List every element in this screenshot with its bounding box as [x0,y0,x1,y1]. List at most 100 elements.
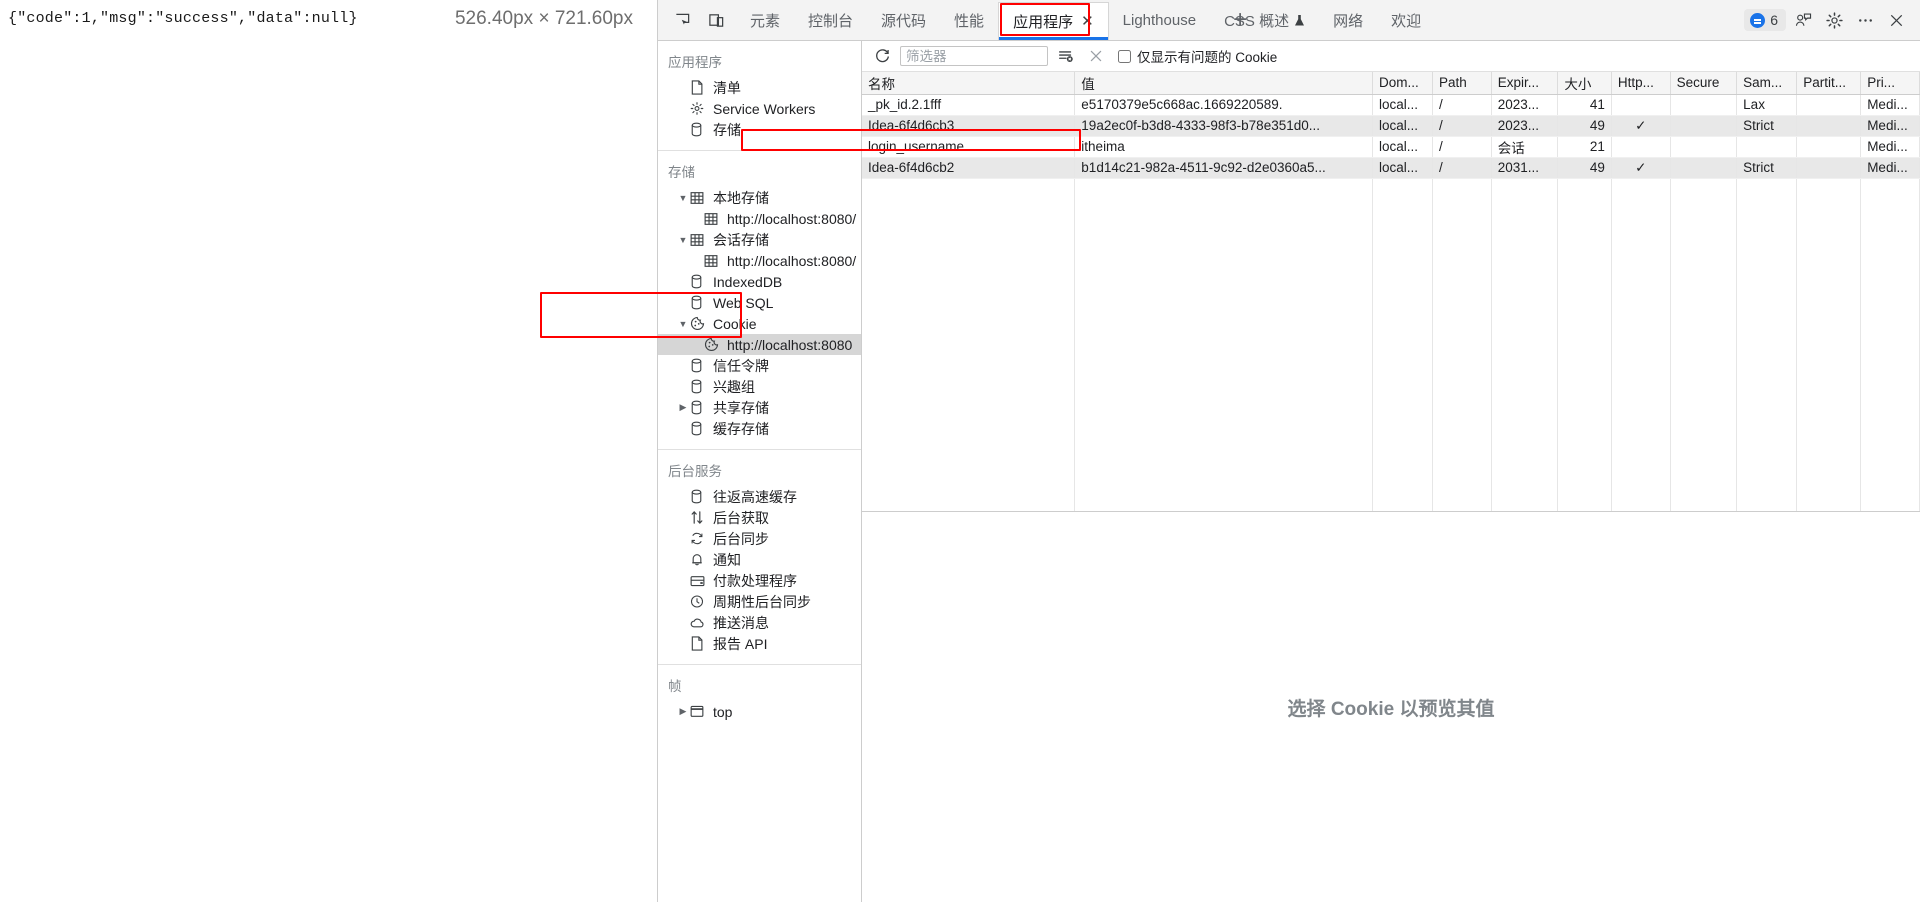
cookie-cell-name: Idea-6f4d6cb2 [862,157,1076,179]
sidebar-item-top[interactable]: ▶ top [658,701,861,722]
tab-css-概述[interactable]: CSS 概述 [1210,0,1319,40]
cookie-cell-size: 49 [1557,157,1612,179]
column-header[interactable]: Path [1432,72,1492,95]
sidebar-item-cookie[interactable]: ▼ Cookie [658,313,861,334]
cookie-cell-path: / [1432,94,1492,116]
tab-close-icon[interactable]: ✕ [1081,14,1094,29]
cookies-table-container[interactable]: 名称值 Dom... Path Expir... 大小 Http... Secure Sam.… [862,72,1920,512]
column-header[interactable]: 名称 [862,72,1076,95]
only-problem-cookies-input[interactable] [1118,49,1131,63]
sidebar-item-indexeddb[interactable]: IndexedDB [658,271,861,292]
gear-icon[interactable] [1820,6,1848,34]
cookie-cell-secure [1670,115,1738,137]
sidebar-item-label: Cookie [713,315,757,332]
sidebar-item-[interactable]: 通知 [658,549,861,570]
cookie-icon [690,316,710,331]
only-problem-cookies-checkbox[interactable]: 仅显示有问题的 Cookie [1118,46,1277,66]
chevron-down-icon[interactable]: ▼ [676,193,690,203]
tab-源代码[interactable]: 源代码 [867,0,940,40]
sidebar-item-[interactable]: 后台同步 [658,528,861,549]
sidebar-item-[interactable]: 清单 [658,77,861,98]
cookie-cell-path: / [1432,157,1492,179]
tab-元素[interactable]: 元素 [736,0,794,40]
sidebar-item-[interactable]: ▼ 会话存储 [658,229,861,250]
column-header[interactable]: Http... [1611,72,1671,95]
tab-label: 应用程序 [1013,14,1074,31]
user-feedback-icon[interactable] [1789,6,1817,34]
table-icon [690,233,710,247]
chevron-right-icon[interactable]: ▶ [676,706,690,717]
tab-网络[interactable]: 网络 [1319,0,1377,40]
sidebar-item-[interactable]: 信任令牌 [658,355,861,376]
chevron-right-icon[interactable]: ▶ [676,402,690,413]
sidebar-item-http-localhost-8080[interactable]: http://localhost:8080/ [658,208,861,229]
close-icon[interactable] [1882,6,1910,34]
cookie-row[interactable]: _pk_id.2.1fff e5170379e5c668ac.1669220589… [862,94,1920,116]
delete-selected-cookie-icon[interactable] [1084,44,1108,68]
sidebar-item-api[interactable]: 报告 API [658,633,861,654]
cookie-cell-same-site: Lax [1736,94,1798,116]
column-header[interactable]: 值 [1074,72,1373,95]
issues-message-badge[interactable]: 6 [1744,9,1787,31]
sidebar-item-[interactable]: 往返高速缓存 [658,486,861,507]
tab-lighthouse[interactable]: Lighthouse [1109,0,1210,40]
arrows-updown-icon [690,510,710,525]
sidebar-item-[interactable]: 存储 [658,119,861,140]
tab-应用程序[interactable]: 应用程序 ✕ [998,2,1109,40]
document-icon [690,636,710,651]
tab-性能[interactable]: 性能 [940,0,998,40]
filter-input[interactable] [900,46,1048,66]
cookie-cell-expires: 会话 [1491,136,1559,158]
sidebar-item-[interactable]: 后台获取 [658,507,861,528]
tab-label: 元素 [750,12,781,30]
sidebar-item-[interactable]: 付款处理程序 [658,570,861,591]
more-options-icon[interactable] [1851,6,1879,34]
cookie-row[interactable]: Idea-6f4d6cb3 19a2ec0f-b3d8-4333-98f3-b78… [862,115,1920,137]
devtools-body: 应用程序 清单 Service Workers 存储 存储 ▼ 本地存储 http://loc… [658,41,1920,902]
cookies-table: 名称值 Dom... Path Expir... 大小 Http... Secure Sam.… [862,72,1920,511]
column-header[interactable]: Secure [1670,72,1738,95]
cookie-cell-domain: local... [1372,94,1434,116]
cookie-cell-value: itheima [1074,136,1373,158]
cookie-cell-http-only [1611,94,1671,116]
tab-欢迎[interactable]: 欢迎 [1377,0,1435,40]
clear-all-cookies-icon[interactable] [1054,44,1078,68]
cookie-cell-value: b1d14c21-982a-4511-9c92-d2e0360a5... [1074,157,1373,179]
column-header[interactable]: Partit... [1796,72,1862,95]
sidebar-item-http-localhost-8080[interactable]: http://localhost:8080/ [658,250,861,271]
cookie-cell-http-only [1611,136,1671,158]
tab-label: CSS 概述 [1224,12,1290,30]
sidebar-item-[interactable]: 周期性后台同步 [658,591,861,612]
cookie-icon [704,337,724,352]
sidebar-item-[interactable]: ▶ 共享存储 [658,397,861,418]
refresh-icon[interactable] [870,44,894,68]
sidebar-item-label: 共享存储 [713,399,769,416]
device-toolbar-icon[interactable] [702,6,730,34]
column-header[interactable]: Expir... [1491,72,1559,95]
cookie-cell-name: login_username [862,136,1076,158]
sidebar-item-[interactable]: 推送消息 [658,612,861,633]
sidebar-section: 帧 ▶ top [658,665,861,732]
cookie-row[interactable]: Idea-6f4d6cb2 b1d14c21-982a-4511-9c92-d2e… [862,157,1920,179]
tab-label: Lighthouse [1122,11,1197,29]
sidebar-item-[interactable]: ▼ 本地存储 [658,187,861,208]
sidebar-item-http-localhost-8080[interactable]: http://localhost:8080 [658,334,861,355]
tab-控制台[interactable]: 控制台 [794,0,867,40]
column-header[interactable]: Dom... [1372,72,1434,95]
chevron-down-icon[interactable]: ▼ [676,235,690,245]
cookie-cell-path: / [1432,115,1492,137]
devtools-tab-list: 元素 控制台 源代码 性能 应用程序 ✕ Lighthouse CSS 概述 网络 欢迎 [736,0,1421,40]
column-header[interactable]: Sam... [1736,72,1798,95]
sidebar-item-label: 存储 [713,121,741,138]
chevron-down-icon[interactable]: ▼ [676,319,690,329]
sidebar-item-[interactable]: 缓存存储 [658,418,861,439]
sidebar-item-web-sql[interactable]: Web SQL [658,292,861,313]
sidebar-item-[interactable]: 兴趣组 [658,376,861,397]
column-header[interactable]: Pri... [1860,72,1920,95]
cookie-row[interactable]: login_username itheima local... / 会话 21 Medi..… [862,136,1920,158]
cookie-preview-empty-message: 选择 Cookie 以预览其值 [1287,698,1495,720]
column-header[interactable]: 大小 [1557,72,1612,95]
element-size-tooltip: 526.40px × 721.60px [454,8,633,29]
inspect-element-icon[interactable] [668,6,696,34]
sidebar-item-service-workers[interactable]: Service Workers [658,98,861,119]
